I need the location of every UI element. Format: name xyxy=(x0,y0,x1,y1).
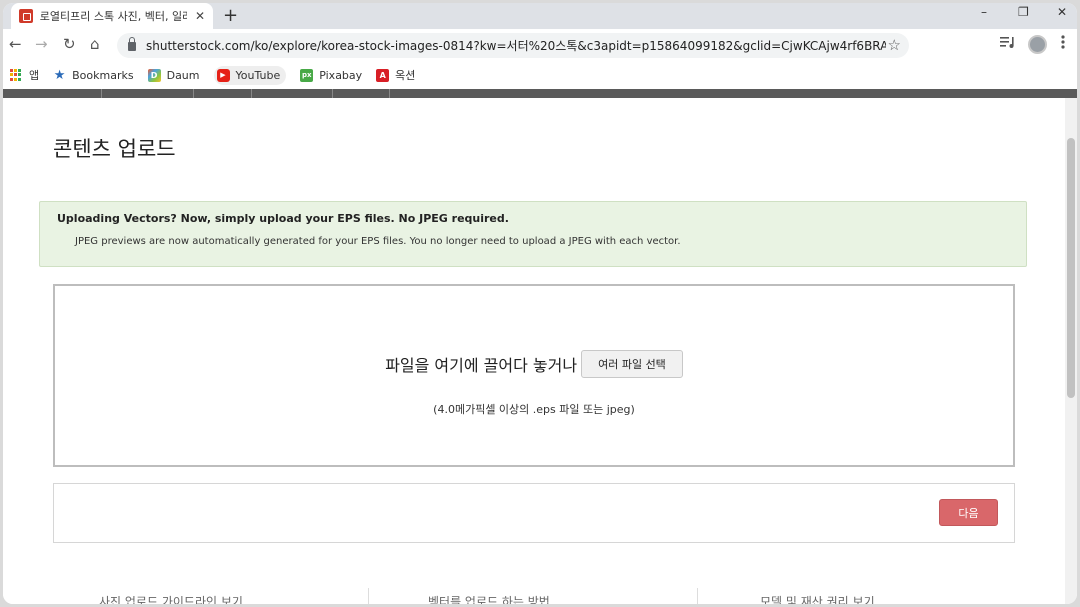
notice-body: JPEG previews are now automatically gene… xyxy=(75,236,681,247)
media-control-icon[interactable] xyxy=(1000,35,1016,53)
footer-links: 사진 업로드 가이드라인 보기 벡터를 업로드 하는 방법 모델 및 재산 권리… xyxy=(3,588,1065,604)
page-scrollbar[interactable] xyxy=(1065,98,1077,604)
reload-button[interactable]: ↻ xyxy=(63,35,76,53)
bookmark-star-icon[interactable]: ☆ xyxy=(888,36,901,54)
shutterstock-favicon-icon xyxy=(19,9,33,23)
url-text[interactable]: shutterstock.com/ko/explore/korea-stock-… xyxy=(146,37,886,54)
next-button[interactable]: 다음 xyxy=(939,499,998,526)
youtube-icon: ▶ xyxy=(216,68,230,82)
bookmark-label: 옥션 xyxy=(395,69,416,82)
footer-link[interactable]: 모델 및 재산 권리 보기 xyxy=(760,593,875,604)
profile-avatar[interactable] xyxy=(1028,35,1047,54)
lock-icon xyxy=(128,37,136,51)
browser-window: 로열티프리 스톡 사진, 벡터, 일러 ✕ + – ❐ ✕ ← → ↻ ⌂ sh… xyxy=(3,3,1077,604)
select-files-button[interactable]: 여러 파일 선택 xyxy=(581,350,683,378)
footer-link[interactable]: 벡터를 업로드 하는 방법 xyxy=(428,593,550,604)
drop-instruction: 파일을 여기에 끌어다 놓거나 xyxy=(385,356,578,375)
bookmark-youtube[interactable]: ▶ YouTube xyxy=(213,65,287,85)
bookmark-label: Bookmarks xyxy=(72,68,134,82)
site-nav-bar xyxy=(3,89,1077,98)
forward-button[interactable]: → xyxy=(35,35,48,53)
bookmark-auction[interactable]: A 옥션 xyxy=(376,67,415,83)
actions-panel: 다음 xyxy=(53,483,1015,543)
star-icon: ★ xyxy=(53,67,66,83)
address-bar[interactable]: shutterstock.com/ko/explore/korea-stock-… xyxy=(117,33,909,58)
bookmark-label: Pixabay xyxy=(319,68,363,82)
upload-page: 콘텐츠 업로드 Uploading Vectors? Now, simply u… xyxy=(3,98,1065,604)
file-drop-zone[interactable]: 파일을 여기에 끌어다 놓거나 여러 파일 선택 (4.0메가픽셀 이상의 .e… xyxy=(53,284,1015,467)
new-tab-button[interactable]: + xyxy=(223,5,238,26)
tab-strip: 로열티프리 스톡 사진, 벡터, 일러 ✕ + – ❐ ✕ xyxy=(3,3,1077,29)
file-requirement-hint: (4.0메가픽셀 이상의 .eps 파일 또는 jpeg) xyxy=(433,403,635,416)
footer-link[interactable]: 사진 업로드 가이드라인 보기 xyxy=(99,593,243,604)
apps-icon xyxy=(10,68,23,82)
pixabay-icon: px xyxy=(300,68,314,82)
minimize-button[interactable]: – xyxy=(981,5,987,19)
close-window-button[interactable]: ✕ xyxy=(1057,5,1067,19)
tab-title: 로열티프리 스톡 사진, 벡터, 일러 xyxy=(39,10,187,23)
scrollbar-thumb[interactable] xyxy=(1067,138,1075,398)
auction-icon: A xyxy=(376,68,390,82)
vector-notice-banner: Uploading Vectors? Now, simply upload yo… xyxy=(39,201,1027,267)
bookmark-apps[interactable]: 앱 xyxy=(10,67,39,83)
bookmark-label: YouTube xyxy=(235,68,281,82)
restore-button[interactable]: ❐ xyxy=(1018,5,1029,19)
notice-title: Uploading Vectors? Now, simply upload yo… xyxy=(57,212,509,225)
tab-close-icon[interactable]: ✕ xyxy=(195,9,205,23)
back-button[interactable]: ← xyxy=(9,35,22,53)
browser-toolbar: ← → ↻ ⌂ shutterstock.com/ko/explore/kore… xyxy=(3,29,1077,61)
menu-kebab-icon[interactable] xyxy=(1061,35,1065,53)
bookmarks-bar: 앱 ★ Bookmarks D Daum ▶ YouTube px Pixaba… xyxy=(3,61,1077,89)
home-button[interactable]: ⌂ xyxy=(90,35,100,53)
bookmark-bookmarks[interactable]: ★ Bookmarks xyxy=(53,67,134,83)
page-title: 콘텐츠 업로드 xyxy=(53,137,176,161)
bookmark-label: 앱 xyxy=(29,69,40,82)
bookmark-pixabay[interactable]: px Pixabay xyxy=(300,68,363,82)
daum-icon: D xyxy=(147,68,161,82)
bookmark-daum[interactable]: D Daum xyxy=(147,68,200,82)
browser-tab[interactable]: 로열티프리 스톡 사진, 벡터, 일러 ✕ xyxy=(11,3,213,29)
bookmark-label: Daum xyxy=(166,68,200,82)
